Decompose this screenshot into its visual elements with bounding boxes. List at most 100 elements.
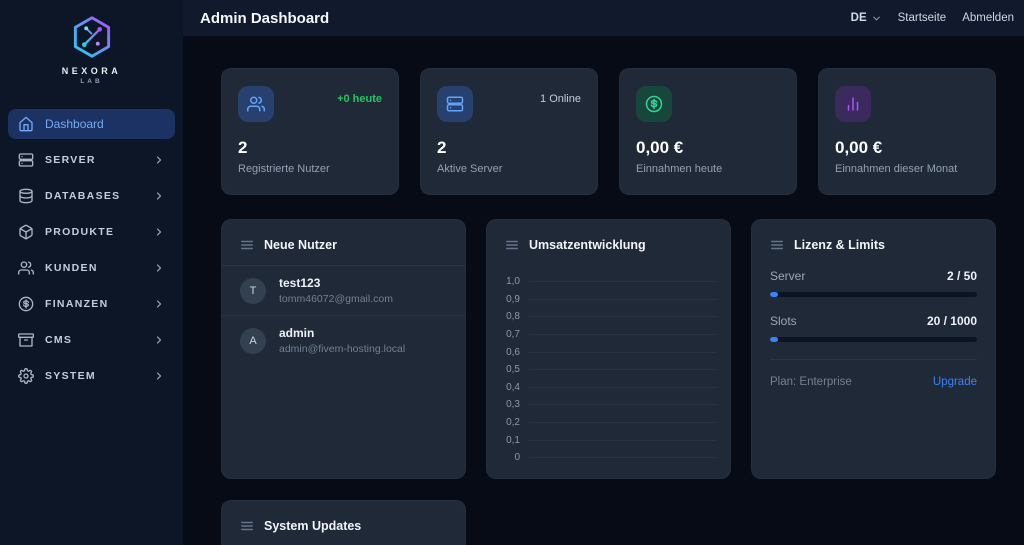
sidebar-item-produkte[interactable]: PRODUKTE [8,217,175,247]
gridline [529,281,716,283]
chart-grid-row: 0,7 [501,326,716,344]
user-name: test123 [279,276,321,290]
stat-card: 0,00 € Einnahmen heute [619,68,797,195]
chevron-down-icon [872,16,880,20]
avatar: A [240,327,266,354]
plan-row: Plan: Enterprise Upgrade [770,359,977,388]
revenue-chart: 1,0 0,9 0,8 0,7 0,6 0,5 0,4 0,3 0,2 0,1 0 [487,263,730,467]
language-selector[interactable]: DE [851,12,882,24]
users-icon [238,86,274,122]
content: +0 heute 2 Registrierte Nutzer 1 Online 2 Akt… [183,37,1024,545]
upgrade-link[interactable]: Upgrade [933,376,977,388]
stat-value: 0,00 € [835,138,883,157]
limit-value: 2 / 50 [946,269,977,283]
panel-title: Umsatzentwicklung [529,238,646,252]
sidebar-item-finanzen[interactable]: FINANZEN [8,289,175,319]
y-axis-tick: 0,1 [506,434,520,446]
plan-label: Plan: Enterprise [770,376,852,388]
limit-label: Server [770,269,806,283]
logo: NEXORA LAB [0,0,183,95]
stats-row: +0 heute 2 Registrierte Nutzer 1 Online 2 Akt… [221,68,996,195]
gridline [529,386,716,388]
dollar-icon [636,86,672,122]
y-axis-tick: 0,6 [506,346,520,358]
stat-label: Einnahmen dieser Monat [835,163,958,175]
limit-row: Server 2 / 50 [770,269,977,297]
gridline [529,457,716,459]
home-icon [18,116,34,132]
panel-lizenz-limits: Lizenz & Limits Server 2 / 50 Slots 20 / 10… [751,219,996,479]
panel-neue-nutzer-header: Neue Nutzer [222,220,465,266]
y-axis-tick: 0,8 [506,311,520,323]
y-axis-tick: 0,9 [506,293,520,305]
sidebar-item-system[interactable]: SYSTEM [8,361,175,391]
user-list-item[interactable]: Aadmin admin@fivem-hosting.local [222,315,465,365]
chevron-right-icon [153,334,165,346]
avatar: T [240,277,266,304]
user-info: admin admin@fivem-hosting.local [279,326,405,355]
chart-grid-row: 0,4 [501,379,716,397]
sidebar-item-kunden[interactable]: KUNDEN [8,253,175,283]
topbar-links: DE Startseite Abmelden [851,12,1014,24]
sidebar-item-cms[interactable]: CMS [8,325,175,355]
user-email: admin@fivem-hosting.local [279,343,406,355]
y-axis-tick: 0,3 [506,399,520,411]
y-axis-tick: 0,7 [506,329,520,341]
menu-icon [241,240,253,250]
sidebar-item-label: PRODUKTE [45,226,115,238]
sidebar-item-label: FINANZEN [45,298,109,310]
gear-icon [18,368,34,384]
chart-grid-row: 0,8 [501,308,716,326]
stat-card: 0,00 € Einnahmen dieser Monat [818,68,996,195]
stat-label: Aktive Server [437,163,503,175]
link-startseite[interactable]: Startseite [898,12,947,24]
stat-card: +0 heute 2 Registrierte Nutzer [221,68,399,195]
app-root: NEXORA LAB Dashboard SERVER DATABASES PRODU… [0,0,1024,545]
sidebar-item-label: Dashboard [45,117,104,131]
limit-label: Slots [770,314,797,328]
link-abmelden[interactable]: Abmelden [962,12,1014,24]
archive-icon [18,332,34,348]
brand-name: NEXORA [61,66,122,76]
y-axis-tick: 1,0 [506,276,520,288]
panel-umsatzentwicklung: Umsatzentwicklung 1,0 0,9 0,8 0,7 0,6 0,5 0,4 0… [486,219,731,479]
stat-label: Einnahmen heute [636,163,723,175]
gridline [529,351,716,353]
stat-badge: 1 Online [540,93,581,105]
sidebar-item-databases[interactable]: DATABASES [8,181,175,211]
panel-system-updates-header: System Updates [222,501,465,544]
chart-grid-row: 0,6 [501,343,716,361]
stat-label: Registrierte Nutzer [238,163,330,175]
new-users-list: Ttest123 tomm46072@gmail.com Aadmin admin@f… [222,266,465,365]
stat-value: 0,00 € [636,138,684,157]
user-email: tomm46072@gmail.com [279,293,393,305]
limit-row: Slots 20 / 1000 [770,314,977,342]
topbar: Admin Dashboard DE Startseite Abmelden [183,0,1024,37]
stat-value: 2 [238,138,248,157]
chart-grid-row: 0,1 [501,431,716,449]
language-label: DE [850,12,867,24]
sidebar-item-label: KUNDEN [45,262,98,274]
y-axis-tick: 0,4 [506,381,520,393]
server-icon [18,152,34,168]
license-limits: Server 2 / 50 Slots 20 / 1000 [752,263,995,342]
nexora-logo-icon [73,16,110,58]
gridline [529,369,716,371]
chart-icon [835,86,871,122]
limit-value: 20 / 1000 [926,314,977,328]
menu-icon [506,240,518,250]
sidebar-nav: Dashboard SERVER DATABASES PRODUKTE KUNDEN FI… [0,95,183,397]
chart-grid-row: 0,2 [501,414,716,432]
sidebar-item-server[interactable]: SERVER [8,145,175,175]
server-icon [437,86,473,122]
sidebar-item-dashboard[interactable]: Dashboard [8,109,175,139]
database-icon [18,188,34,204]
panel-neue-nutzer: Neue Nutzer Ttest123 tomm46072@gmail.com A… [221,219,466,479]
stat-card: 1 Online 2 Aktive Server [420,68,598,195]
panel-system-updates: System Updates [221,500,466,545]
progress-bar [770,292,977,297]
user-list-item[interactable]: Ttest123 tomm46072@gmail.com [222,266,465,315]
gridline [529,439,716,441]
users-icon [18,260,34,276]
chart-grid-row: 1,0 [501,273,716,291]
